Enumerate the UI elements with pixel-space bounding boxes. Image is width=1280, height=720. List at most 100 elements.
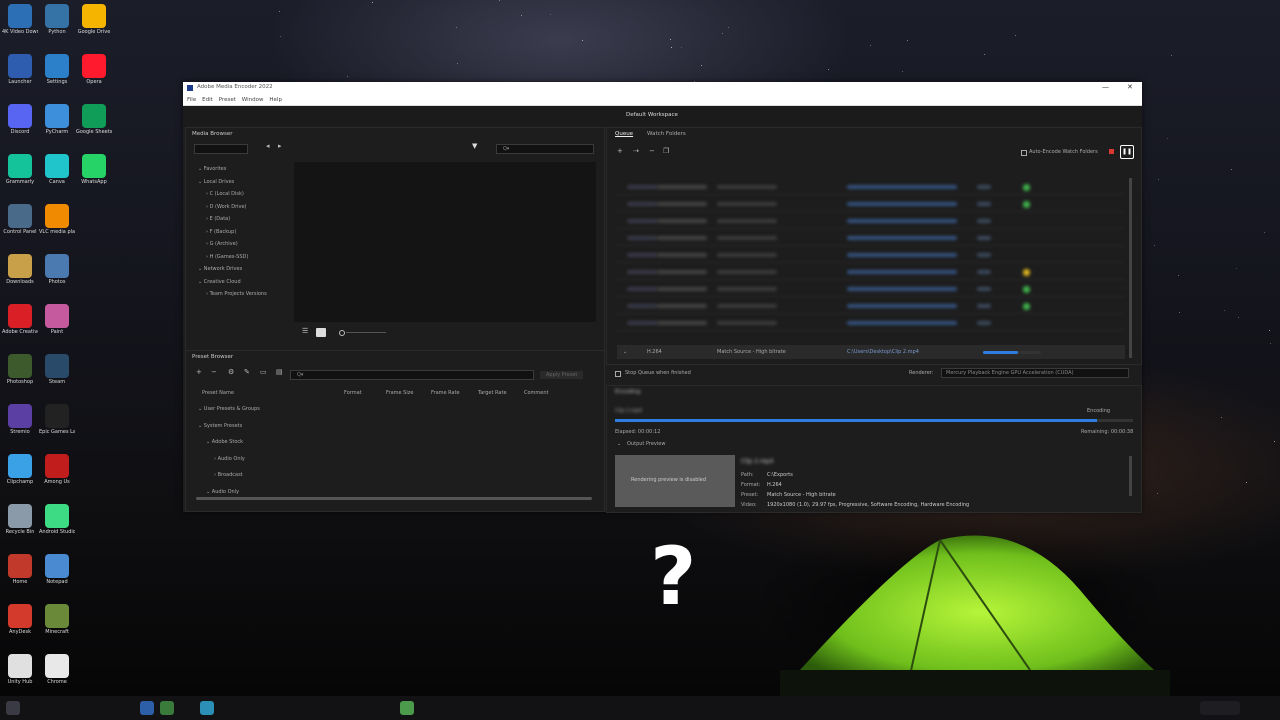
queue-row[interactable] [617, 197, 1125, 212]
remove-preset-icon[interactable]: − [211, 368, 217, 376]
queue-row[interactable] [617, 282, 1125, 297]
desktop-icon[interactable]: PyCharm [39, 102, 75, 150]
tree-item[interactable]: ⌄ Creative Cloud [198, 279, 241, 285]
desktop-icon[interactable]: Paint [39, 302, 75, 350]
queue-row[interactable] [617, 265, 1125, 280]
desktop-icon[interactable]: Notepad [39, 552, 75, 600]
active-queue-row[interactable]: ⌄ H.264 Match Source - High bitrate C:\U… [617, 345, 1125, 359]
desktop-icon[interactable]: Launcher [2, 52, 38, 100]
desktop-icon[interactable]: Discord [2, 102, 38, 150]
preset-column-header[interactable]: Preset Name [202, 390, 234, 396]
taskbar-app-icon[interactable] [160, 701, 174, 715]
menu-preset[interactable]: Preset [219, 97, 236, 103]
remove-icon[interactable]: − [649, 147, 655, 155]
desktop-icon[interactable]: 4K Video Downloader [2, 2, 38, 50]
preset-tree-item[interactable]: ⌄ User Presets & Groups [198, 406, 260, 412]
queue-row[interactable] [617, 299, 1125, 314]
apply-preset-button[interactable]: Apply Preset [540, 371, 584, 379]
duplicate-icon[interactable]: ❐ [663, 147, 669, 155]
media-search-input[interactable]: Q▾ [496, 144, 594, 154]
tree-item[interactable]: › H (Games-SSD) [206, 254, 248, 260]
tree-item[interactable]: ⌄ Local Drives [198, 179, 234, 185]
queue-row[interactable] [617, 180, 1125, 195]
desktop-icon[interactable]: Photos [39, 252, 75, 300]
preset-column-header[interactable]: Frame Rate [431, 390, 460, 396]
queue-row[interactable] [617, 248, 1125, 263]
desktop-icon[interactable]: Among Us [39, 452, 75, 500]
tree-item[interactable]: › C (Local Disk) [206, 191, 244, 197]
preset-column-header[interactable]: Format [344, 390, 362, 396]
tray-icon[interactable] [1200, 701, 1240, 715]
desktop-icon[interactable]: Clipchamp [2, 452, 38, 500]
preset-tree-item[interactable]: ⌄ System Presets [198, 423, 242, 429]
queue-row[interactable] [617, 316, 1125, 331]
desktop-icon[interactable]: Steam [39, 352, 75, 400]
tree-item[interactable]: ⌄ Favorites [198, 166, 226, 172]
tree-item[interactable]: ⌄ Network Drives [198, 266, 242, 272]
desktop-icon[interactable]: Unity Hub [2, 652, 38, 700]
start-icon[interactable] [6, 701, 20, 715]
zoom-slider-handle[interactable] [339, 330, 345, 336]
menu-edit[interactable]: Edit [202, 97, 213, 103]
add-preset-icon[interactable]: + [196, 368, 202, 376]
desktop-icon[interactable]: WhatsApp [76, 152, 112, 200]
preset-tree-item[interactable]: ⌄ Adobe Stock [206, 439, 243, 445]
desktop-icon[interactable]: Stremio [2, 402, 38, 450]
desktop-icon[interactable]: Control Panel [2, 202, 38, 250]
preset-tree-item[interactable]: ⌄ Audio Only [206, 489, 239, 495]
desktop-icon[interactable]: Photoshop [2, 352, 38, 400]
tree-item[interactable]: › Team Projects Versions [206, 291, 267, 297]
desktop-icon[interactable]: Downloads [2, 252, 38, 300]
zoom-slider-track[interactable] [346, 332, 386, 333]
edit-icon[interactable]: ✎ [244, 368, 250, 376]
active-output-file[interactable]: C:\Users\Desktop\Clip 2.mp4 [847, 349, 919, 355]
taskbar-app-icon[interactable] [200, 701, 214, 715]
desktop-icon[interactable]: Chrome [39, 652, 75, 700]
preset-arrow-icon[interactable]: ⇢ [633, 147, 639, 155]
taskbar-app-icon[interactable] [400, 701, 414, 715]
tree-item[interactable]: › D (Work Drive) [206, 204, 247, 210]
minimize-button[interactable]: — [1102, 83, 1109, 91]
output-preview-chevron-icon[interactable]: ⌄ [617, 441, 621, 447]
desktop-icon[interactable]: Google Drive [76, 2, 112, 50]
list-view-icon[interactable]: ☰ [302, 327, 308, 335]
back-icon[interactable]: ◂ [266, 142, 270, 150]
tree-item[interactable]: › G (Archive) [206, 241, 238, 247]
stop-queue-button[interactable] [1109, 149, 1114, 154]
workspace-tab[interactable]: Default Workspace [626, 112, 678, 118]
preset-column-header[interactable]: Frame Size [386, 390, 413, 396]
queue-row[interactable] [617, 214, 1125, 229]
auto-encode-checkbox[interactable] [1021, 150, 1027, 156]
horizontal-scrollbar[interactable] [196, 497, 592, 500]
desktop-icon[interactable]: Minecraft [39, 602, 75, 650]
tab-watch-folders[interactable]: Watch Folders [647, 131, 686, 137]
desktop-icon[interactable]: Android Studio [39, 502, 75, 550]
desktop-icon[interactable]: Adobe Creative Cloud [2, 302, 38, 350]
menu-help[interactable]: Help [269, 97, 282, 103]
desktop-icon[interactable]: Recycle Bin [2, 502, 38, 550]
desktop-icon[interactable]: AnyDesk [2, 602, 38, 650]
preset-tree-item[interactable]: › Audio Only [214, 456, 245, 462]
pause-queue-button[interactable]: ❚❚ [1120, 145, 1134, 159]
folder-icon[interactable]: ▭ [260, 368, 267, 376]
preset-search-input[interactable]: Q▾ [290, 370, 534, 380]
import-icon[interactable]: ▤ [276, 368, 283, 376]
desktop-icon[interactable]: Grammarly [2, 152, 38, 200]
preset-column-header[interactable]: Target Rate [478, 390, 507, 396]
preset-tree-item[interactable]: › Broadcast [214, 472, 243, 478]
renderer-select[interactable]: Mercury Playback Engine GPU Acceleration… [941, 368, 1129, 378]
filter-icon[interactable]: ▼ [472, 142, 477, 150]
encoding-scrollbar[interactable] [1129, 456, 1132, 496]
tree-item[interactable]: › F (Backup) [206, 229, 236, 235]
desktop-icon[interactable]: Python [39, 2, 75, 50]
location-dropdown[interactable] [194, 144, 248, 154]
desktop-icon[interactable]: Canva [39, 152, 75, 200]
tree-item[interactable]: › E (Data) [206, 216, 230, 222]
add-source-icon[interactable]: + [617, 147, 623, 155]
desktop-icon[interactable]: Opera [76, 52, 112, 100]
close-button[interactable]: ✕ [1127, 83, 1133, 91]
queue-scrollbar[interactable] [1129, 178, 1132, 358]
desktop-icon[interactable]: VLC media player [39, 202, 75, 250]
settings-icon[interactable]: ⚙ [228, 368, 234, 376]
taskbar-app-icon[interactable] [140, 701, 154, 715]
